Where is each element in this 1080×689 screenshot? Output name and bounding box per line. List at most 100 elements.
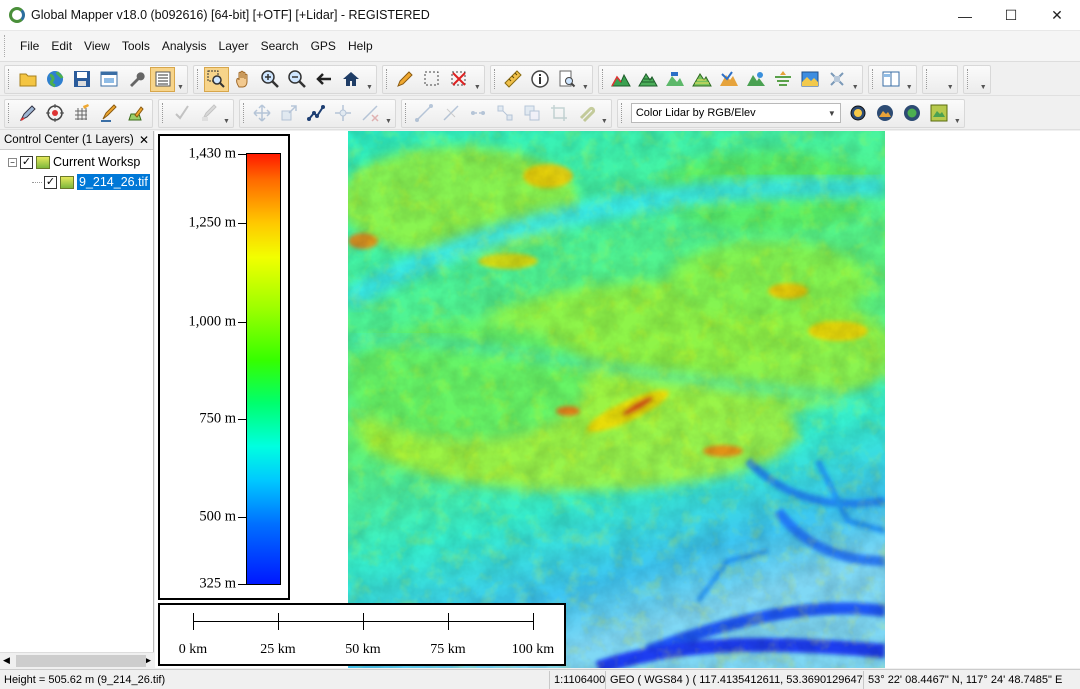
workspace-checkbox[interactable]: ✓ [20, 155, 33, 169]
move-vertex-button[interactable] [331, 101, 356, 126]
toolbar-grip[interactable] [601, 69, 605, 89]
disabled-tool-button[interactable] [825, 67, 850, 92]
menu-help[interactable]: Help [342, 39, 379, 53]
line-tool-1-button[interactable] [412, 101, 437, 126]
menu-tools[interactable]: Tools [116, 39, 156, 53]
view-shed-button[interactable] [636, 67, 661, 92]
split-view-button[interactable] [879, 67, 904, 92]
raster-calc-button[interactable] [798, 67, 823, 92]
menu-grip[interactable] [4, 35, 8, 57]
shader-options-button[interactable] [846, 101, 871, 126]
tree-node-workspace[interactable]: − ✓ Current Worksp [8, 152, 140, 172]
horizontal-scrollbar[interactable]: ◀ ▶ [0, 652, 154, 668]
toolbar-grip[interactable] [871, 69, 875, 89]
toolbar-grip[interactable] [404, 103, 408, 123]
area-edit-button[interactable] [123, 101, 148, 126]
zoom-tool-button[interactable] [203, 66, 229, 92]
minimize-button[interactable]: — [942, 0, 988, 31]
back-button[interactable] [312, 67, 337, 92]
dropdown-arrow-icon[interactable]: ▼ [385, 118, 392, 125]
toolbar-grip[interactable] [242, 103, 246, 123]
menu-analysis[interactable]: Analysis [156, 39, 213, 53]
node-edit-button[interactable] [493, 101, 518, 126]
control-center-toggle-button[interactable] [150, 66, 175, 92]
search-attributes-button[interactable] [555, 67, 580, 92]
terrain-layer-button[interactable] [744, 67, 769, 92]
vertex-path-button[interactable] [304, 101, 329, 126]
toolbar-grip[interactable] [966, 69, 970, 89]
configure-button[interactable] [123, 67, 148, 92]
dropdown-arrow-icon[interactable]: ▼ [177, 84, 184, 91]
transparency-button[interactable] [927, 101, 952, 126]
cut-fill-button[interactable] [663, 67, 688, 92]
print-button[interactable] [96, 67, 121, 92]
line-edit-button[interactable] [96, 101, 121, 126]
close-button[interactable]: ✕ [1034, 0, 1080, 31]
maximize-button[interactable]: ☐ [988, 0, 1034, 31]
delete-selection-button[interactable] [447, 67, 472, 92]
zoom-in-button[interactable] [258, 67, 283, 92]
open-online-data-button[interactable] [42, 67, 67, 92]
menu-view[interactable]: View [78, 39, 116, 53]
dropdown-arrow-icon[interactable]: ▼ [601, 118, 608, 125]
crop-button[interactable] [547, 101, 572, 126]
workspace-label[interactable]: Current Worksp [53, 155, 140, 169]
toolbar-grip[interactable] [8, 69, 11, 89]
move-button[interactable] [250, 101, 275, 126]
toolbar-grip[interactable] [620, 103, 624, 123]
collapse-icon[interactable]: − [8, 157, 17, 167]
dropdown-arrow-icon[interactable]: ▼ [223, 118, 230, 125]
dropdown-arrow-icon[interactable]: ▼ [947, 84, 954, 91]
map-view[interactable]: 1,430 m 1,250 m 1,000 m 750 m 500 m 325 … [155, 131, 1080, 668]
hillshade-button[interactable] [873, 101, 898, 126]
menu-file[interactable]: File [14, 39, 45, 53]
dropdown-arrow-icon[interactable]: ▼ [980, 84, 987, 91]
layer-name[interactable]: 9_214_26.tif [77, 174, 150, 190]
dropdown-arrow-icon[interactable]: ▼ [366, 84, 373, 91]
copy-feature-button[interactable] [520, 101, 545, 126]
split-line-button[interactable] [439, 101, 464, 126]
close-icon[interactable]: ✕ [139, 133, 149, 147]
layer-checkbox[interactable]: ✓ [44, 175, 57, 189]
toolbar-grip[interactable] [925, 69, 929, 89]
join-line-button[interactable] [466, 101, 491, 126]
gps-target-button[interactable] [42, 101, 67, 126]
menu-layer[interactable]: Layer [213, 39, 255, 53]
toolbar-grip[interactable] [493, 69, 497, 89]
dropdown-arrow-icon[interactable]: ▼ [954, 118, 961, 125]
dropdown-arrow-icon[interactable]: ▼ [906, 84, 913, 91]
dropdown-arrow-icon[interactable]: ▼ [582, 84, 589, 91]
elevation-raster[interactable] [348, 131, 885, 668]
open-file-button[interactable] [15, 67, 40, 92]
lighting-button[interactable] [900, 101, 925, 126]
delete-vertex-button[interactable] [358, 101, 383, 126]
check-button[interactable] [169, 101, 194, 126]
dropdown-arrow-icon[interactable]: ▼ [474, 84, 481, 91]
toolbar-grip[interactable] [385, 69, 389, 89]
contour-button[interactable] [690, 67, 715, 92]
vertex-edit-button[interactable] [196, 101, 221, 126]
menu-gps[interactable]: GPS [305, 39, 342, 53]
tree-node-layer[interactable]: ✓ 9_214_26.tif [32, 172, 150, 192]
dropdown-arrow-icon[interactable]: ▼ [852, 84, 859, 91]
scale-button[interactable] [277, 101, 302, 126]
feature-info-button[interactable] [528, 67, 553, 92]
shader-select[interactable]: Color Lidar by RGB/Elev ▼ [630, 103, 841, 123]
toolbar-grip[interactable] [196, 69, 200, 89]
scroll-left-icon[interactable]: ◀ [3, 655, 10, 666]
digitizer-tool-button[interactable] [393, 67, 418, 92]
full-view-button[interactable] [339, 67, 364, 92]
pan-tool-button[interactable] [231, 67, 256, 92]
grid-edit-button[interactable] [69, 101, 94, 126]
measure-tool-button[interactable] [501, 67, 526, 92]
toolbar-grip[interactable] [8, 103, 11, 123]
shade-button[interactable] [771, 67, 796, 92]
gps-pencil-button[interactable] [15, 101, 40, 126]
select-area-button[interactable] [420, 67, 445, 92]
attach-button[interactable] [574, 101, 599, 126]
path-profile-button[interactable] [609, 67, 634, 92]
menu-edit[interactable]: Edit [45, 39, 78, 53]
watershed-button[interactable] [717, 67, 742, 92]
scrollbar-thumb[interactable] [16, 654, 146, 667]
zoom-out-button[interactable] [285, 67, 310, 92]
